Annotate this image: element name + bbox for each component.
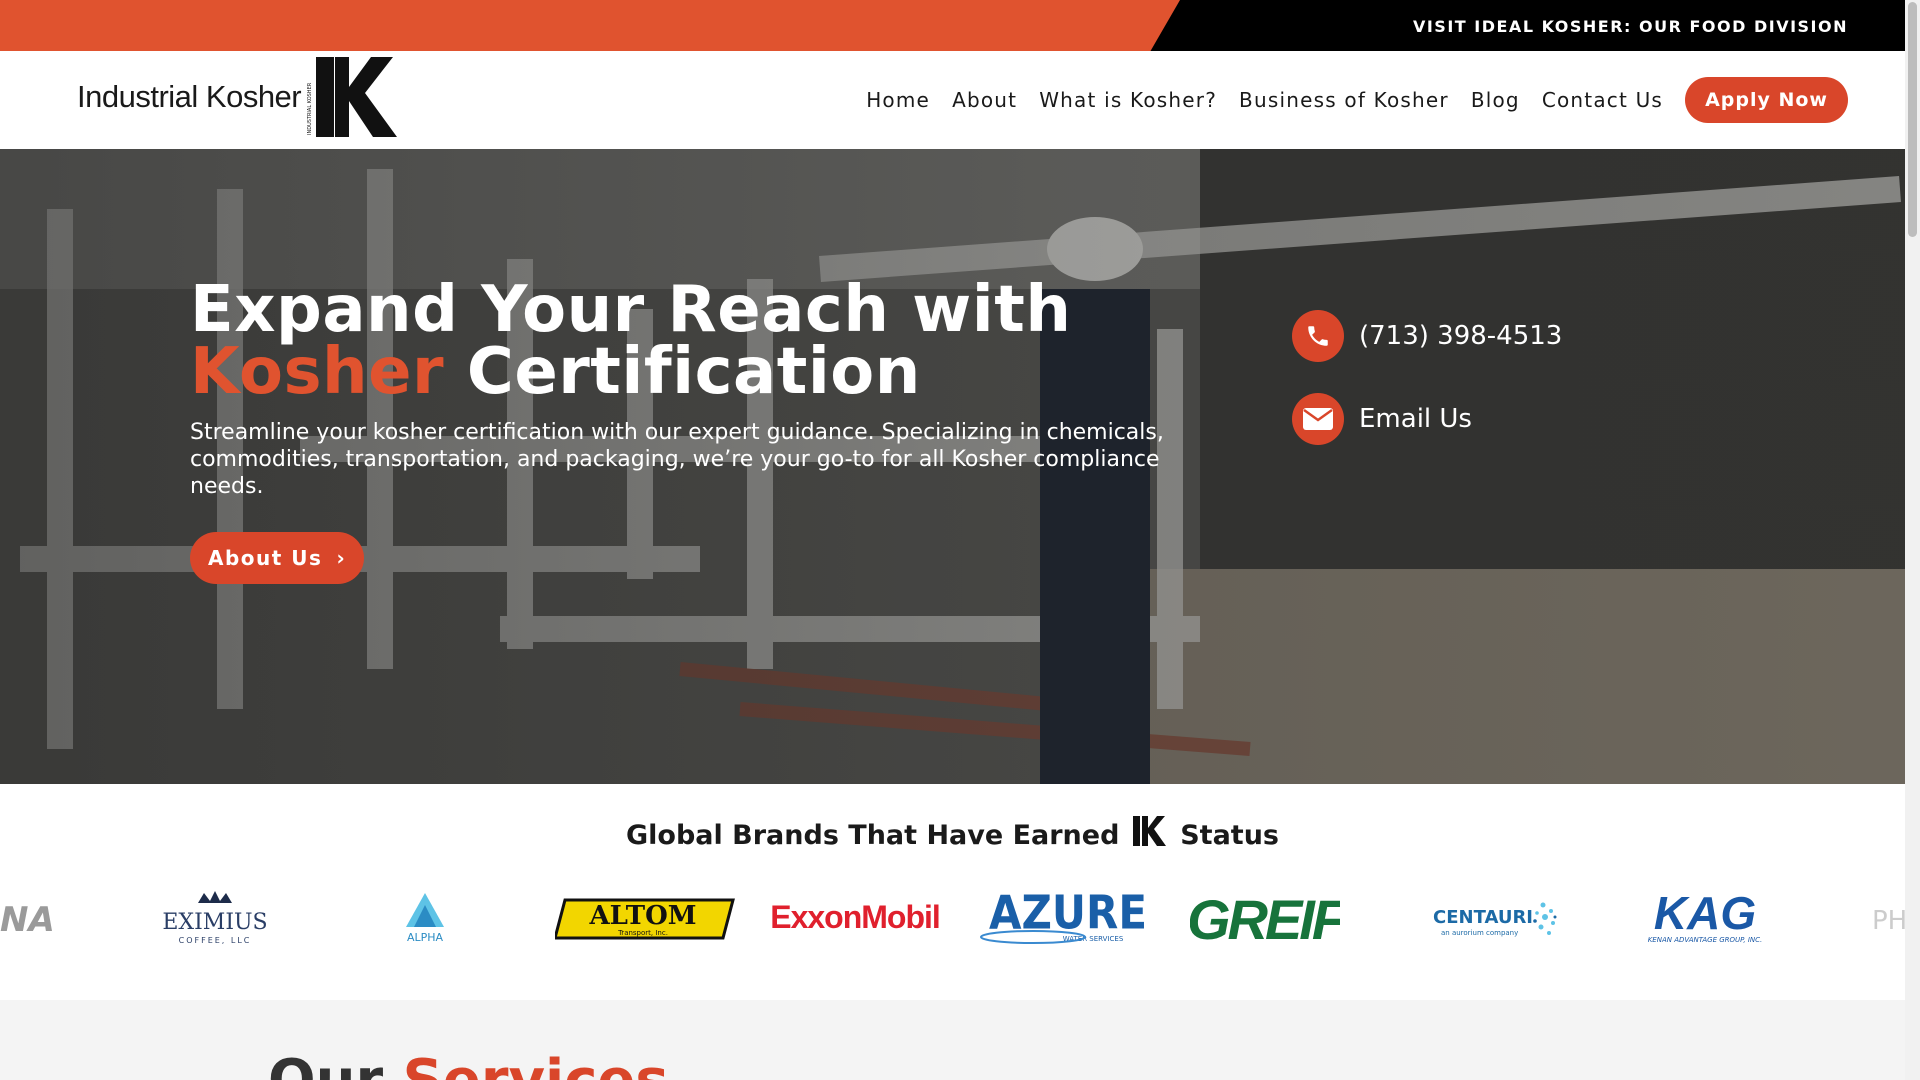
email-link[interactable]: Email Us xyxy=(1292,393,1472,445)
brand-logo-altom: ALTOM Transport, Inc. xyxy=(555,889,735,949)
page-scrollbar[interactable] xyxy=(1905,0,1920,1080)
brand-altom-text: ALTOM xyxy=(588,901,696,931)
food-division-link[interactable]: VISIT IDEAL KOSHER: OUR FOOD DIVISION xyxy=(1413,17,1848,36)
hero-heading: Expand Your Reach with Kosher Certificat… xyxy=(190,278,1071,404)
brand-kag-sub: KENAN ADVANTAGE GROUP, INC. xyxy=(1648,936,1763,944)
svg-text:INDUSTRIAL KOSHER: INDUSTRIAL KOSHER xyxy=(307,82,313,135)
hero-section: Expand Your Reach with Kosher Certificat… xyxy=(0,149,1905,784)
hero-heading-rest: Certification xyxy=(444,335,921,409)
site-logo[interactable]: Industrial Kosher INDUSTRIAL KOSHER xyxy=(77,57,401,137)
brand-logo-alpha: ALPHA xyxy=(390,889,460,949)
services-section: Our Services xyxy=(0,1000,1905,1080)
about-us-label: About Us xyxy=(208,546,323,570)
services-heading-accent: Services xyxy=(403,1048,669,1080)
phone-link[interactable]: (713) 398-4513 xyxy=(1292,310,1562,362)
brand-logo-exxonmobil: ExxonMobil xyxy=(760,889,950,949)
brand-logo-kag: KAG KENAN ADVANTAGE GROUP, INC. xyxy=(1625,889,1785,949)
site-header: Industrial Kosher INDUSTRIAL KOSHER Home… xyxy=(0,51,1905,149)
brands-heading-after: Status xyxy=(1180,820,1280,851)
brand-logo-partial-right: PH xyxy=(1868,889,1905,949)
brand-logo-azure: AZURE WATER SERVICES xyxy=(978,889,1153,949)
brand-logo-partial-left: NA xyxy=(0,889,90,949)
brand-ph-text: PH xyxy=(1872,906,1905,936)
hero-subtitle: Streamline your kosher certification wit… xyxy=(190,420,1164,499)
ik-status-icon xyxy=(1132,816,1167,846)
brand-centauri-text: CENTAURI xyxy=(1433,907,1533,928)
nav-contact-us[interactable]: Contact Us xyxy=(1542,88,1663,112)
email-label: Email Us xyxy=(1359,404,1472,434)
nav-blog[interactable]: Blog xyxy=(1471,88,1520,112)
top-bar-accent xyxy=(0,0,1180,51)
nav-business-of-kosher[interactable]: Business of Kosher xyxy=(1239,88,1449,112)
logo-text: Industrial Kosher xyxy=(77,79,302,114)
brand-eximius-text: EXIMIUS xyxy=(162,910,267,935)
services-heading-plain: Our xyxy=(268,1048,383,1080)
chevron-right-icon: › xyxy=(336,546,347,570)
envelope-icon xyxy=(1292,393,1344,445)
phone-icon xyxy=(1292,310,1344,362)
brand-centauri-sub: an aurorium company xyxy=(1441,929,1518,937)
brand-na-text: NA xyxy=(0,900,55,939)
phone-number: (713) 398-4513 xyxy=(1359,321,1563,351)
about-us-button[interactable]: About Us › xyxy=(190,532,365,584)
main-nav: Home About What is Kosher? Business of K… xyxy=(844,77,1848,123)
top-bar: VISIT IDEAL KOSHER: OUR FOOD DIVISION xyxy=(0,0,1905,51)
brands-heading-before: Global Brands That Have Earned xyxy=(625,820,1120,851)
ik-logo-mark: INDUSTRIAL KOSHER xyxy=(307,57,401,137)
brand-alpha-text: ALPHA xyxy=(407,931,444,944)
brand-logo-eximius: EXIMIUS COFFEE, LLC xyxy=(160,889,270,949)
brands-section: Global Brands That Have Earned Status NA… xyxy=(0,784,1905,1000)
brand-kag-text: KAG xyxy=(1654,889,1756,939)
nav-home[interactable]: Home xyxy=(866,88,930,112)
brand-greif-text: GREIF xyxy=(1190,889,1340,949)
brands-heading: Global Brands That Have Earned Status xyxy=(0,816,1905,851)
nav-about[interactable]: About xyxy=(952,88,1017,112)
hero-heading-accent: Kosher xyxy=(190,335,445,409)
brand-exxonmobil-text: ExxonMobil xyxy=(770,899,940,935)
nav-what-is-kosher[interactable]: What is Kosher? xyxy=(1039,88,1217,112)
apply-now-button[interactable]: Apply Now xyxy=(1685,77,1848,123)
brand-eximius-sub: COFFEE, LLC xyxy=(179,936,252,945)
brand-altom-sub: Transport, Inc. xyxy=(617,929,668,937)
scrollbar-thumb[interactable] xyxy=(1908,2,1917,237)
services-heading: Our Services xyxy=(268,1048,669,1080)
brand-logo-greif: GREIF xyxy=(1190,889,1340,949)
brand-logo-centauri: CENTAURI an aurorium company xyxy=(1425,889,1565,949)
